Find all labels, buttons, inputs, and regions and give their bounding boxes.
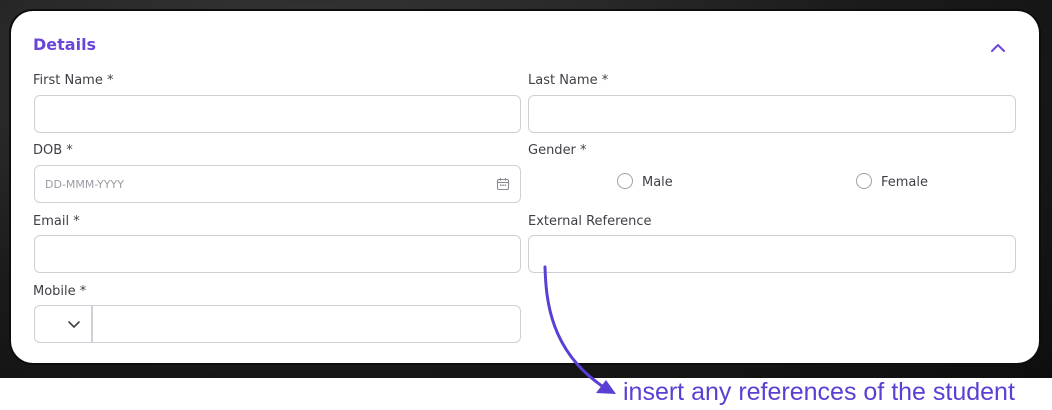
annotation-text: insert any references of the student (623, 378, 1015, 406)
annotation-arrow (543, 265, 616, 394)
